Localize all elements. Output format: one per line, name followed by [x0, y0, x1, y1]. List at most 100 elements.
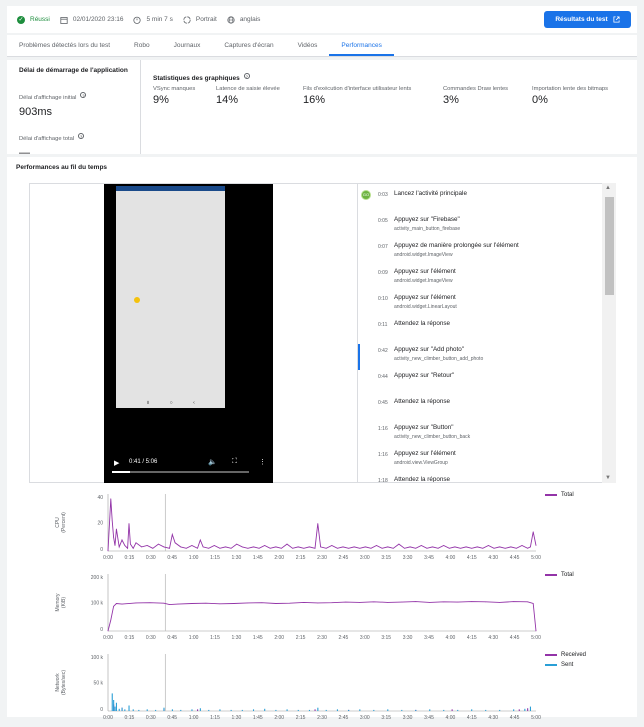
data-point: [331, 602, 333, 604]
action-item[interactable]: 0:44 Appuyez sur "Retour": [358, 370, 608, 396]
scroll-up-icon[interactable]: ▲: [605, 185, 611, 191]
data-point: [535, 545, 537, 546]
action-description: Attendez la réponse: [394, 320, 451, 327]
metric-value: 14%: [216, 94, 239, 106]
data-point: [493, 547, 495, 549]
timeline-title: Performances au fil du temps: [16, 164, 108, 171]
action-item[interactable]: 0:11 Attendez la réponse: [358, 318, 608, 344]
legend-item[interactable]: Received: [545, 652, 586, 658]
action-item[interactable]: 1:16 Appuyez sur "Button" activity_new_cli…: [358, 422, 608, 448]
data-point: [110, 619, 112, 621]
tab-videos[interactable]: Vidéos: [286, 35, 330, 56]
x-tick-label: 1:30: [232, 635, 242, 641]
go-badge-icon: GO: [361, 190, 371, 200]
performance-timeline-card: Performances au fil du temps ॥ ○ ‹ ▶ 0:4…: [7, 157, 637, 721]
actions-scrollbar[interactable]: ▲ ▼: [602, 183, 616, 483]
volume-icon[interactable]: 🔈: [208, 458, 217, 466]
x-tick-label: 0:00: [103, 555, 113, 561]
data-point: [171, 534, 173, 535]
action-time: 0:11: [378, 322, 388, 328]
metric-label: VSync manques: [153, 86, 196, 92]
data-point: [426, 547, 428, 549]
network-bar: [171, 709, 173, 711]
scroll-down-icon[interactable]: ▼: [605, 475, 611, 481]
action-item[interactable]: 0:07 Appuyez de manière prolongée sur l'é…: [358, 240, 608, 266]
x-tick-label: 4:15: [467, 555, 477, 561]
tab-screenshots[interactable]: Captures d'écran: [212, 35, 285, 56]
data-point: [292, 547, 293, 549]
memory-chart[interactable]: 200 k 100 k 0 Memory(KiB) 0:00 0:15 0:30 0:45 1:…: [7, 574, 637, 647]
legend-item[interactable]: Total: [545, 572, 574, 578]
action-item[interactable]: 0:09 Appuyez sur l'élément android.widget.…: [358, 266, 608, 292]
action-item[interactable]: 0:10 Appuyez sur l'élément android.widget.…: [358, 292, 608, 318]
more-vert-icon[interactable]: ⋮: [259, 458, 266, 466]
data-point: [353, 546, 355, 548]
action-time: 1:16: [378, 452, 388, 458]
network-bar: [415, 709, 417, 711]
info-icon[interactable]: ?: [243, 72, 250, 79]
network-bar: [471, 709, 473, 711]
network-bar: [264, 708, 266, 711]
network-bar: [359, 709, 361, 711]
y-axis-label: Memory(KiB): [55, 593, 67, 612]
action-item[interactable]: 0:45 Attendez la réponse: [358, 396, 608, 422]
info-icon[interactable]: ?: [78, 132, 85, 139]
data-point: [205, 602, 207, 604]
x-tick-label: 0:45: [167, 555, 177, 561]
video-player[interactable]: ॥ ○ ‹ ▶ 0:41 / 5:06 🔈 ⛶ ⋮: [104, 184, 273, 483]
data-point: [130, 543, 131, 545]
action-target: activity_main_button_firebase: [394, 226, 461, 232]
x-tick-label: 3:15: [381, 635, 391, 641]
network-bar: [191, 709, 193, 711]
x-tick-label: 4:45: [510, 715, 520, 721]
data-point: [398, 543, 400, 545]
metric-slow-bitmap: Importation lente des bitmaps 0%: [532, 86, 608, 106]
action-item[interactable]: 0:05 Appuyez sur "Firebase" activity_main_…: [358, 214, 608, 240]
action-item[interactable]: 0:42 Appuyez sur "Add photo" activity_new_…: [358, 344, 608, 370]
network-bar: [208, 709, 210, 711]
network-bar: [529, 706, 532, 711]
data-point: [110, 498, 112, 500]
scrollbar-thumb[interactable]: [605, 197, 614, 295]
action-item[interactable]: 1:18 Attendez la réponse: [358, 474, 608, 482]
data-point: [185, 547, 187, 549]
cpu-chart[interactable]: 40 20 0 CPU(Percent) 0:00 0:15 0:30 0:45 1:00 1:1…: [7, 494, 637, 567]
y-tick-label: 50 k: [94, 681, 104, 687]
action-time: 0:44: [378, 374, 388, 380]
legend-swatch: [545, 654, 557, 656]
fullscreen-icon[interactable]: ⛶: [232, 458, 237, 466]
data-point: [169, 604, 170, 605]
action-item[interactable]: 1:16 Appuyez sur l'élément android.view.Vi…: [358, 448, 608, 474]
tab-robo[interactable]: Robo: [122, 35, 162, 56]
tab-issues[interactable]: Problèmes détectés lors du test: [7, 35, 122, 56]
x-tick-label: 3:30: [403, 715, 413, 721]
tab-performance[interactable]: Performances: [329, 35, 394, 56]
data-point: [359, 547, 361, 549]
startup-title: Délai de démarrage de l'application: [19, 67, 128, 74]
video-progress-bar[interactable]: [112, 471, 249, 473]
status-label: Réussi: [30, 16, 50, 23]
action-time: 0:42: [378, 348, 388, 354]
network-bar: [336, 709, 338, 711]
metric-vsync: VSync manques 9%: [153, 86, 195, 106]
x-tick-label: 3:45: [424, 635, 434, 641]
data-point: [513, 601, 514, 602]
play-icon[interactable]: ▶: [114, 459, 119, 467]
info-icon[interactable]: ?: [80, 91, 87, 98]
data-point: [429, 602, 431, 603]
test-results-button[interactable]: Résultats du test: [544, 11, 631, 28]
data-point: [107, 630, 109, 632]
x-tick-label: 0:30: [146, 635, 156, 641]
network-chart[interactable]: 100 k 50 k 0 Network(Bytes/sec) 0:00 0:15 0:30…: [7, 654, 637, 727]
x-tick-label: 0:45: [167, 635, 177, 641]
graphics-stats-header: Statistiques des graphiques?: [153, 67, 250, 85]
legend-item[interactable]: Total: [545, 492, 574, 498]
x-tick-label: 3:30: [403, 555, 413, 561]
legend-item[interactable]: Sent: [545, 662, 573, 668]
action-item[interactable]: GO 0:03 Lancez l'activité principale: [358, 188, 608, 214]
network-bar: [499, 709, 501, 711]
tab-logs[interactable]: Journaux: [162, 35, 213, 56]
x-tick-label: 1:45: [253, 715, 263, 721]
startup-time-section: Délai de démarrage de l'application Déla…: [7, 60, 141, 159]
data-point: [387, 546, 389, 548]
